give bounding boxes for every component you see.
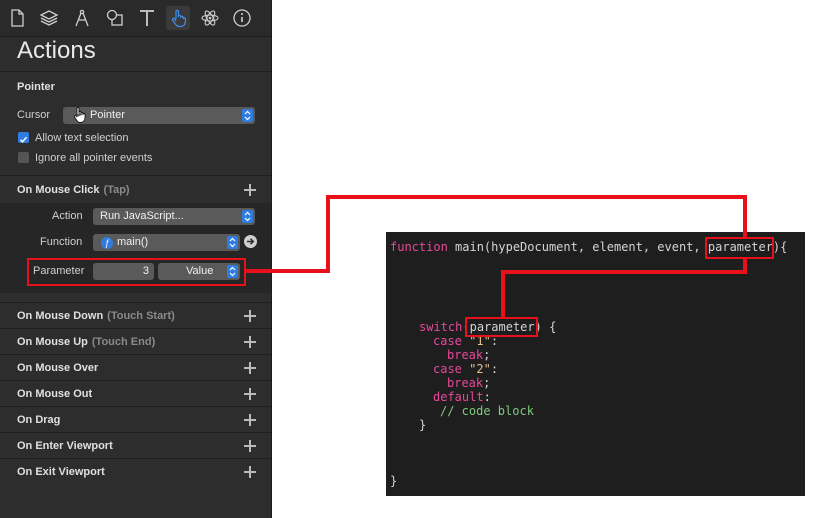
code-text: ){ <box>772 240 788 254</box>
ignore-pointer-events-label: Ignore all pointer events <box>35 152 153 164</box>
event-title: On Mouse Out <box>17 388 93 400</box>
action-select-value: Run JavaScript... <box>100 210 184 222</box>
event-title: On Exit Viewport <box>17 466 105 478</box>
code-line: case "2": <box>433 362 498 376</box>
code-line: break; <box>447 376 490 390</box>
event-on-drag: On Drag <box>0 407 271 433</box>
event-on-mouse-down: On Mouse Down (Touch Start) <box>0 303 271 329</box>
pointer-heading: Pointer <box>17 81 55 93</box>
event-title: On Drag <box>17 414 61 426</box>
add-action-icon[interactable] <box>244 184 256 196</box>
add-action-icon[interactable] <box>244 440 256 452</box>
cursor-label: Cursor <box>17 109 51 121</box>
chevron-updown-icon <box>227 236 238 249</box>
ignore-pointer-events-checkbox[interactable] <box>18 152 29 163</box>
add-action-icon[interactable] <box>244 336 256 348</box>
atom-icon[interactable] <box>198 6 222 30</box>
function-label: Function <box>40 236 83 248</box>
code-param-highlight-box <box>705 237 774 259</box>
connector-line <box>246 269 330 273</box>
code-text: : <box>490 362 499 376</box>
cursor-select-value: Pointer <box>90 109 125 121</box>
code-comment: // code block <box>440 404 534 418</box>
code-keyword: switch <box>419 320 463 334</box>
text-icon[interactable] <box>135 6 159 30</box>
code-keyword: case <box>433 362 462 376</box>
code-keyword: break <box>447 376 484 390</box>
action-label: Action <box>52 210 83 222</box>
add-action-icon[interactable] <box>244 362 256 374</box>
code-line: } <box>419 418 427 432</box>
parameter-highlight-box <box>27 258 246 286</box>
code-string: "2" <box>469 362 491 376</box>
code-text: ; <box>483 348 491 362</box>
function-select[interactable]: ƒ main() <box>93 234 240 251</box>
panel-title: Actions <box>17 37 96 64</box>
hand-pointer-icon[interactable] <box>166 6 190 30</box>
code-text: ; <box>483 376 491 390</box>
event-subtitle: (Touch End) <box>91 336 156 348</box>
event-subtitle: (Tap) <box>103 184 130 196</box>
code-keyword: default <box>433 390 484 404</box>
allow-text-selection-label: Allow text selection <box>35 132 129 144</box>
code-line: default: <box>433 390 491 404</box>
event-title: On Mouse Over <box>17 362 99 374</box>
event-title: On Enter Viewport <box>17 440 113 452</box>
inspector-toolbar <box>0 0 271 37</box>
divider <box>0 71 271 72</box>
event-title: On Mouse Down <box>17 310 104 322</box>
function-icon: ƒ <box>101 237 113 249</box>
add-action-icon[interactable] <box>244 388 256 400</box>
event-on-mouse-over: On Mouse Over <box>0 355 271 381</box>
add-action-icon[interactable] <box>244 466 256 478</box>
connector-line <box>326 195 330 273</box>
add-action-icon[interactable] <box>244 310 256 322</box>
code-text: : <box>483 390 491 404</box>
action-select[interactable]: Run JavaScript... <box>93 208 255 225</box>
event-title: On Mouse Up <box>17 336 88 348</box>
add-action-icon[interactable] <box>244 414 256 426</box>
mouse-cursor-icon <box>73 106 87 129</box>
event-subtitle: (Touch Start) <box>107 310 175 322</box>
function-select-value: main() <box>117 236 149 248</box>
layers-icon[interactable] <box>37 6 61 30</box>
code-keyword: case <box>433 334 462 348</box>
code-line: break; <box>447 348 490 362</box>
event-on-mouse-up: On Mouse Up (Touch End) <box>0 329 271 355</box>
connector-line <box>501 270 505 318</box>
info-icon[interactable] <box>230 6 254 30</box>
code-keyword: break <box>447 348 484 362</box>
connector-line <box>743 195 747 238</box>
event-on-exit-viewport: On Exit Viewport <box>0 459 271 485</box>
switch-param-highlight-box <box>465 317 538 337</box>
allow-text-selection-checkbox[interactable] <box>18 132 29 143</box>
connector-line <box>501 270 747 274</box>
shapes-icon[interactable] <box>103 6 127 30</box>
event-on-mouse-click: On Mouse Click (Tap) <box>0 177 271 203</box>
go-to-function-icon[interactable] <box>244 235 257 248</box>
document-icon[interactable] <box>5 6 29 30</box>
connector-line <box>326 195 747 199</box>
event-on-enter-viewport: On Enter Viewport <box>0 433 271 459</box>
code-keyword: function <box>390 240 448 254</box>
cursor-select[interactable]: Pointer <box>63 107 255 124</box>
event-title: On Mouse Click <box>17 184 100 196</box>
code-line: } <box>390 474 398 488</box>
chevron-updown-icon <box>242 210 253 223</box>
compass-icon[interactable] <box>70 6 94 30</box>
event-on-mouse-out: On Mouse Out <box>0 381 271 407</box>
divider <box>0 175 271 176</box>
chevron-updown-icon <box>242 109 253 122</box>
code-text: main(hypeDocument, element, event, <box>447 240 708 254</box>
